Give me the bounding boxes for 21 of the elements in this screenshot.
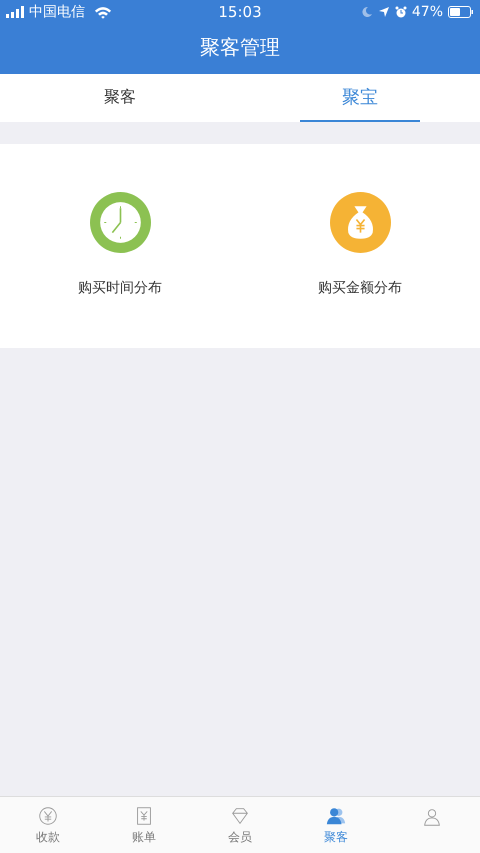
- battery-percent: 47%: [412, 4, 444, 20]
- nav-tab[interactable]: 会员: [192, 797, 288, 853]
- battery-icon: [448, 6, 474, 18]
- clock-icon: [90, 192, 150, 253]
- feature-label[interactable]: 购买时间分布: [78, 279, 162, 297]
- alarm-icon: [394, 6, 407, 18]
- money-bag-icon: [330, 192, 390, 253]
- status-time: 15:03: [218, 3, 262, 21]
- nav-tab[interactable]: 聚客: [288, 797, 384, 853]
- tab[interactable]: 聚宝: [300, 74, 420, 122]
- carrier-name: 中国电信: [29, 3, 85, 21]
- feature-label[interactable]: 购买金额分布: [318, 279, 402, 297]
- screen-title: 聚客管理: [199, 34, 281, 60]
- tab[interactable]: 聚客: [60, 74, 180, 122]
- nav-tab[interactable]: 收款: [0, 797, 96, 853]
- moon-icon: [360, 6, 373, 18]
- nav-tab[interactable]: 账单: [96, 797, 192, 853]
- coin-icon: [37, 804, 59, 826]
- signal-icon: [6, 6, 24, 18]
- wifi-icon: [94, 6, 112, 18]
- location-icon: [378, 6, 390, 18]
